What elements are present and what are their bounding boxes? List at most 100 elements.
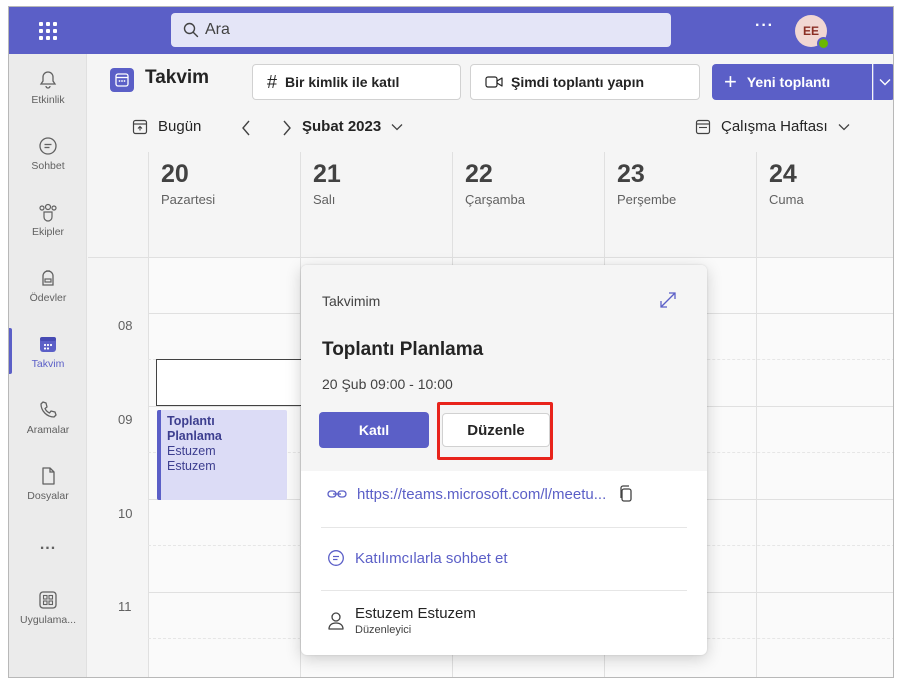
waffle-icon: [39, 21, 57, 40]
rail-item-more[interactable]: ...: [9, 514, 87, 576]
teams-icon: [37, 200, 59, 224]
month-picker[interactable]: Şubat 2023: [302, 118, 403, 135]
new-meeting-label: Yeni toplantı: [746, 74, 831, 90]
join-with-id-label: Bir kimlik ile katıl: [285, 74, 400, 90]
meet-now-button[interactable]: Şimdi toplantı yapın: [470, 64, 700, 100]
hour-label: 11: [118, 599, 132, 614]
rail-item-assignments[interactable]: Ödevler: [9, 254, 87, 316]
search-input[interactable]: Ara: [171, 13, 671, 47]
rail-item-label: Uygulama...: [19, 614, 77, 626]
bell-icon: [37, 68, 59, 92]
day-name: Salı: [313, 192, 336, 207]
apps-icon: [37, 588, 59, 612]
chevron-down-icon: [838, 123, 850, 130]
previous-week-button[interactable]: [241, 120, 251, 136]
chevron-left-icon: [242, 120, 250, 136]
edit-button[interactable]: Düzenle: [442, 413, 550, 447]
search-placeholder: Ara: [205, 21, 230, 38]
next-week-button[interactable]: [282, 120, 292, 136]
new-meeting-button[interactable]: + Yeni toplantı: [712, 64, 872, 100]
search-icon: [183, 22, 199, 38]
event-detail-line: Estuzem: [167, 459, 216, 473]
hash-icon: #: [267, 71, 278, 92]
join-with-id-button[interactable]: # Bir kimlik ile katıl: [252, 64, 461, 100]
day-header-wednesday[interactable]: 22 Çarşamba: [452, 152, 604, 258]
event-title-line: Toplantı: [167, 414, 215, 428]
expand-button[interactable]: [659, 291, 677, 314]
day-number: 24: [769, 160, 797, 188]
rail-item-label: Etkinlik: [31, 94, 65, 106]
rail-item-apps[interactable]: Uygulama...: [9, 576, 87, 638]
meeting-link-row[interactable]: https://teams.microsoft.com/l/meetu...: [321, 485, 689, 503]
organizer-role: Düzenleyici: [355, 624, 412, 636]
event-detail-line: Estuzem: [167, 444, 216, 458]
chevron-right-icon: [283, 120, 291, 136]
more-icon: ...: [39, 536, 57, 553]
event-details-popup: Takvimim Toplantı Planlama 20 Şub 09:00 …: [301, 265, 707, 655]
chevron-down-icon: [391, 123, 403, 130]
page-title: Takvim: [145, 67, 210, 88]
day-number: 22: [465, 160, 493, 188]
calendar-event[interactable]: Toplantı Planlama Estuzem Estuzem: [157, 410, 287, 500]
popup-event-title: Toplantı Planlama: [322, 339, 484, 360]
chat-with-participants-row[interactable]: Katılımcılarla sohbet et: [321, 549, 689, 567]
link-icon: [327, 490, 347, 498]
today-button[interactable]: Bugün: [132, 118, 201, 135]
organizer-name: Estuzem Estuzem: [355, 605, 476, 622]
join-button[interactable]: Katıl: [319, 412, 429, 448]
person-icon: [328, 611, 344, 630]
rail-item-label: Ekipler: [31, 226, 65, 238]
organizer-row: Estuzem Estuzem Düzenleyici: [321, 605, 689, 636]
day-column-friday[interactable]: [756, 258, 757, 677]
day-name: Pazartesi: [161, 192, 216, 207]
calendar-icon: [38, 332, 58, 356]
meeting-link[interactable]: https://teams.microsoft.com/l/meetu...: [357, 486, 606, 503]
day-name: Çarşamba: [465, 192, 525, 207]
expand-icon: [660, 292, 676, 308]
new-meeting-dropdown-button[interactable]: [873, 64, 893, 100]
chat-icon: [37, 134, 59, 158]
hour-label: 08: [118, 318, 133, 333]
chat-icon: [328, 550, 344, 566]
event-title-line: Planlama: [167, 429, 222, 443]
day-column-monday[interactable]: [148, 258, 149, 677]
day-header-tuesday[interactable]: 21 Salı: [300, 152, 452, 258]
app-launcher-button[interactable]: [9, 7, 87, 54]
day-header-friday[interactable]: 24 Cuma: [756, 152, 893, 258]
video-icon: [485, 75, 503, 89]
hour-label: 09: [118, 412, 133, 427]
backpack-icon: [37, 266, 59, 290]
more-options-button[interactable]: ···: [755, 17, 774, 35]
calendar-app-icon: [110, 68, 134, 92]
rail-item-activity[interactable]: Etkinlik: [9, 56, 87, 118]
view-label: Çalışma Haftası: [721, 118, 828, 135]
meet-now-label: Şimdi toplantı yapın: [511, 74, 645, 90]
day-header-thursday[interactable]: 23 Perşembe: [604, 152, 756, 258]
day-number: 21: [313, 160, 341, 188]
day-header-row: 20 Pazartesi 21 Salı 22 Çarşamba 23 Perş…: [88, 152, 893, 258]
rail-item-calendar[interactable]: Takvim: [9, 320, 87, 382]
selected-time-slot[interactable]: [156, 359, 308, 406]
calendar-header: Takvim # Bir kimlik ile katıl Şimdi topl…: [88, 54, 893, 106]
chevron-down-icon: [879, 79, 890, 86]
avatar-initials: EE: [802, 24, 819, 38]
rail-item-teams[interactable]: Ekipler: [9, 188, 87, 250]
popup-event-time: 20 Şub 09:00 - 10:00: [322, 376, 453, 392]
today-label: Bugün: [158, 118, 202, 135]
rail-item-files[interactable]: Dosyalar: [9, 452, 87, 514]
plus-icon: +: [724, 69, 737, 94]
rail-item-chat[interactable]: Sohbet: [9, 122, 87, 184]
rail-item-calls[interactable]: Aramalar: [9, 386, 87, 448]
divider: [321, 527, 687, 528]
day-name: Cuma: [769, 192, 804, 207]
rail-item-label: Ödevler: [29, 292, 67, 304]
avatar[interactable]: EE: [795, 15, 830, 50]
view-selector[interactable]: Çalışma Haftası: [695, 118, 850, 135]
copy-icon[interactable]: [618, 485, 634, 503]
file-icon: [37, 464, 59, 488]
teams-window: Ara ··· EE Etkinlik Sohbet Ekipler Ödevl…: [8, 6, 894, 678]
day-header-monday[interactable]: 20 Pazartesi: [148, 152, 300, 258]
day-number: 23: [617, 160, 645, 188]
work-week-icon: [695, 119, 711, 134]
top-bar: Ara ··· EE: [9, 7, 893, 54]
